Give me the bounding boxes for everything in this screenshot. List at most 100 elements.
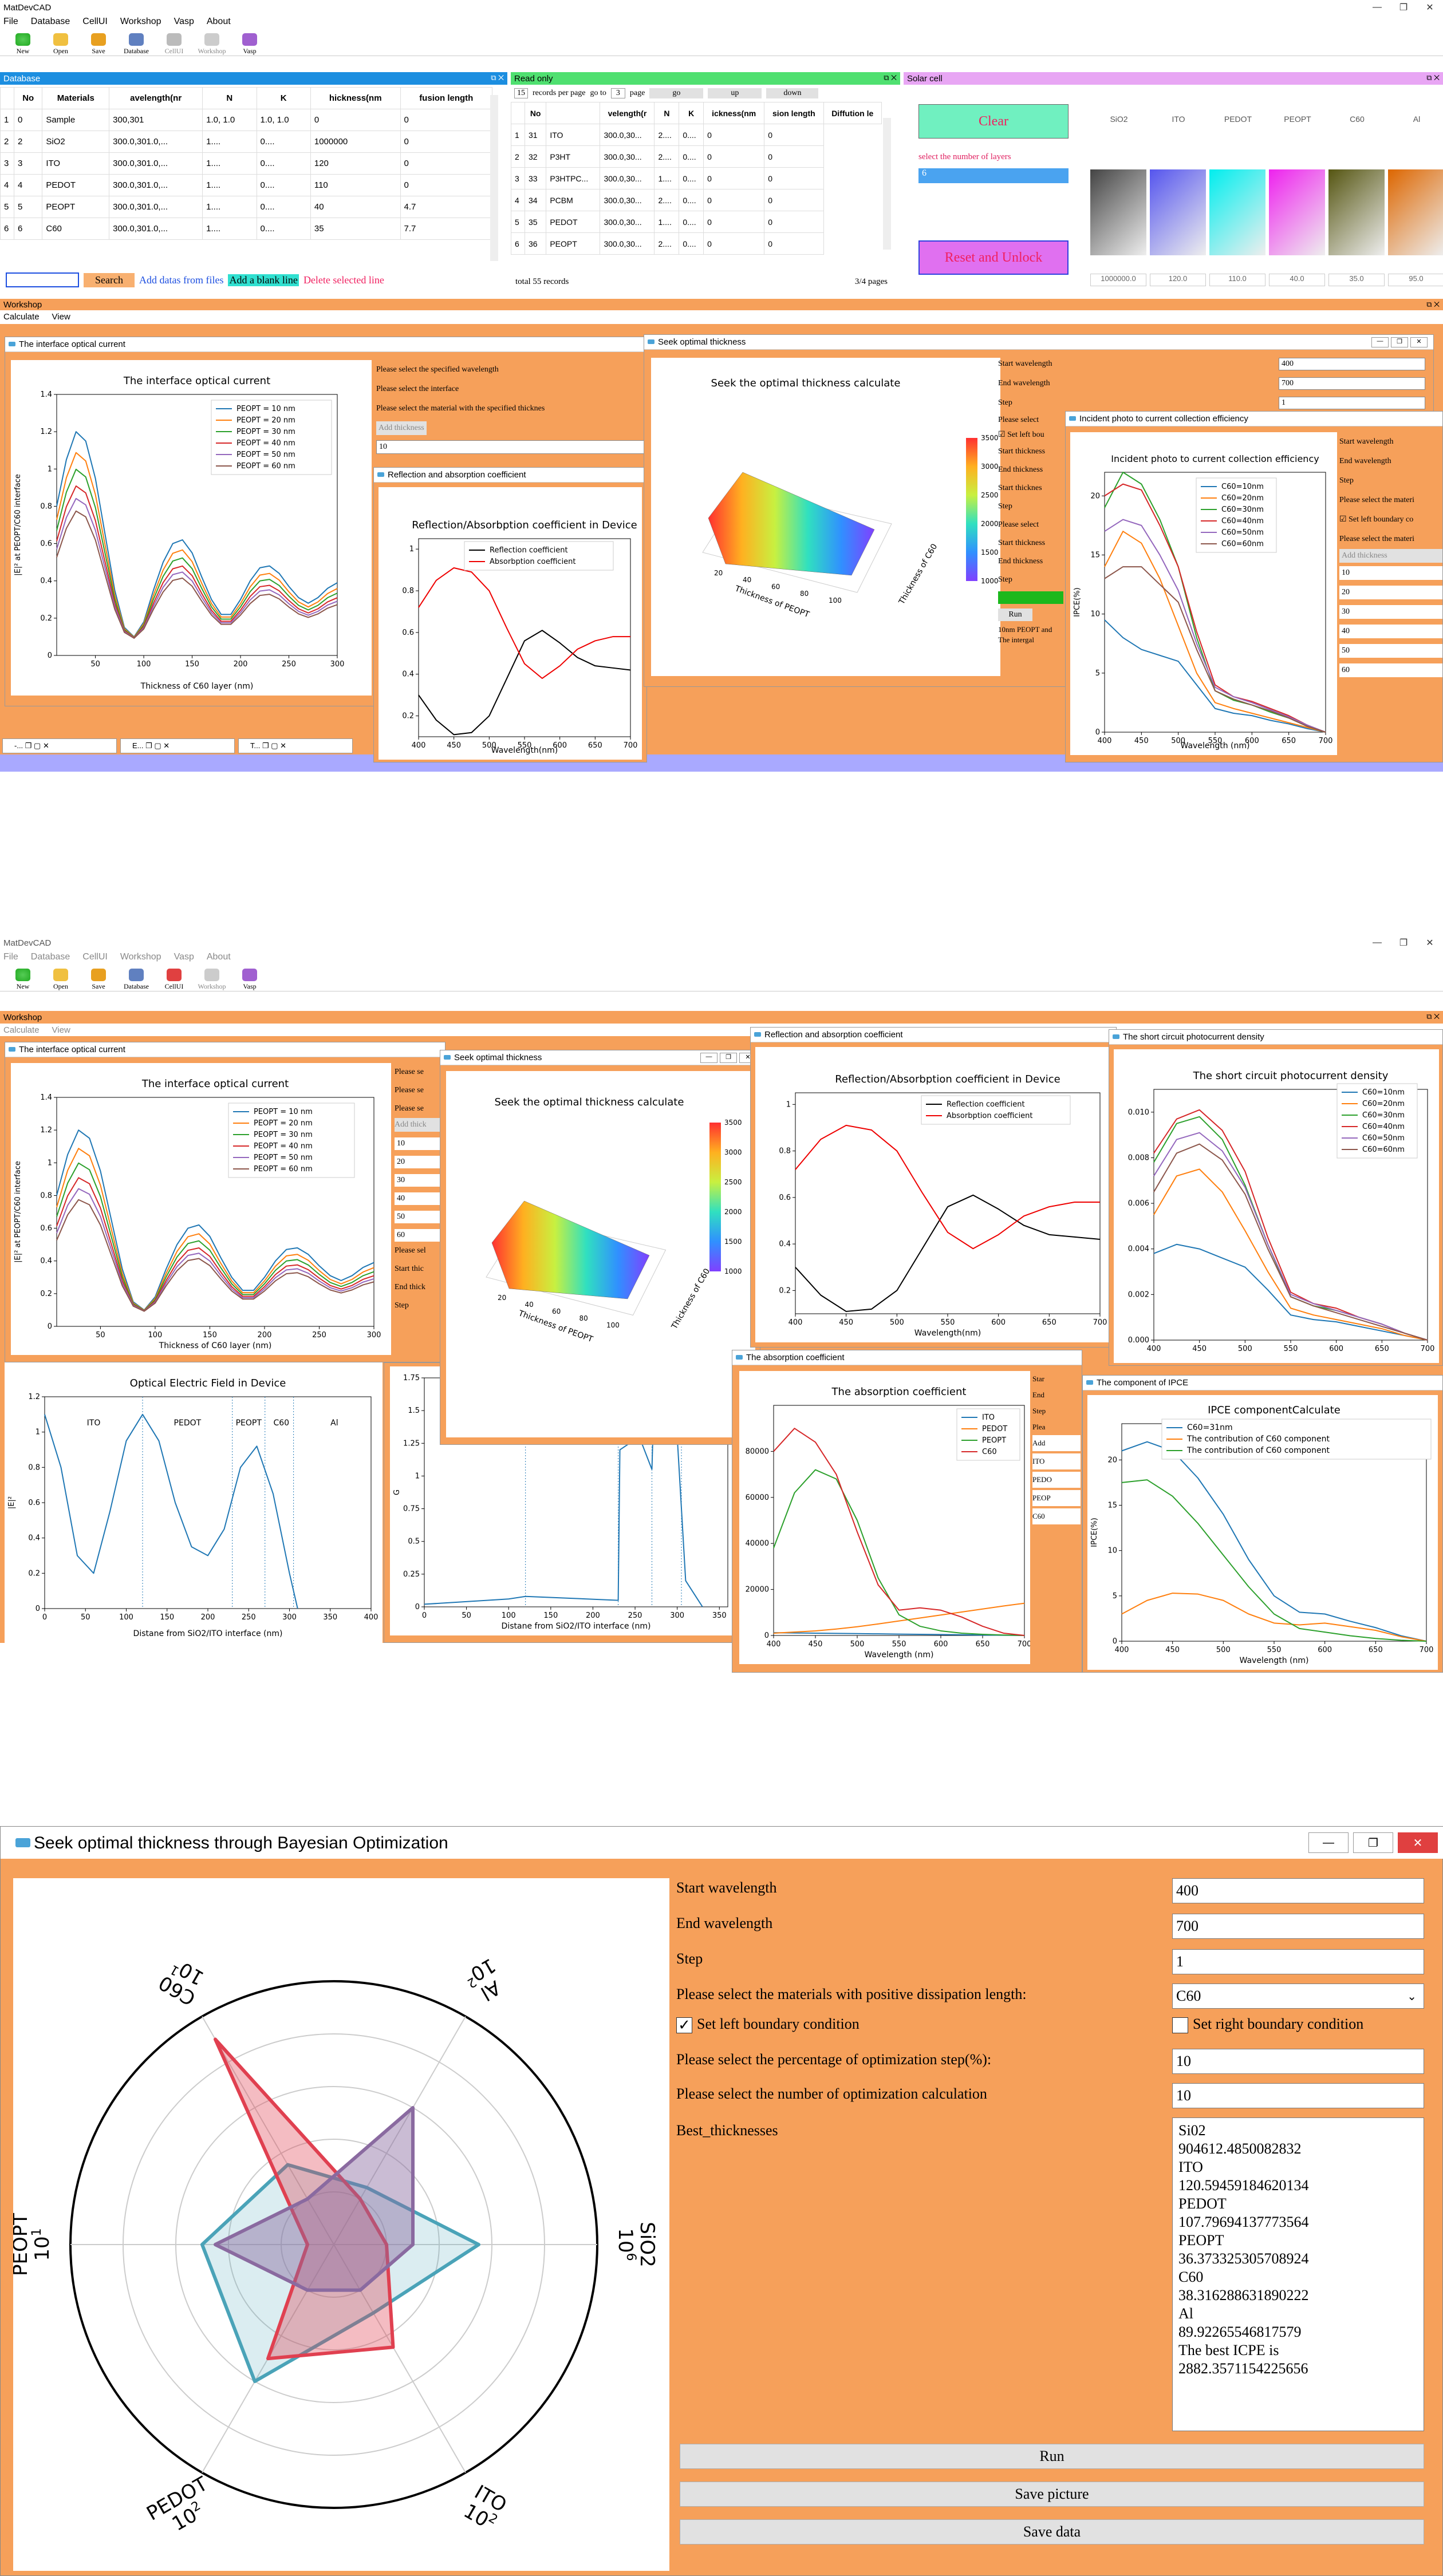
step-input[interactable]: 1: [1279, 397, 1425, 409]
table-cell[interactable]: 300,301: [109, 109, 203, 131]
vasp-button[interactable]: Vasp: [235, 33, 265, 56]
read-only-scrollbar[interactable]: [883, 118, 891, 250]
maximize-icon[interactable]: ❐: [720, 1053, 737, 1063]
table-cell[interactable]: 6: [13, 218, 43, 240]
per-page-select[interactable]: 15: [514, 88, 528, 98]
save-button[interactable]: Save: [84, 969, 113, 991]
table-row[interactable]: 6 6 C60 300.0,301.0,... 1.... 0.... 35 7.7: [0, 218, 493, 240]
table-cell[interactable]: 2: [511, 145, 525, 168]
table-cell[interactable]: 0: [703, 211, 765, 233]
cellui-button[interactable]: CellUI: [159, 33, 189, 56]
table-cell[interactable]: 0....: [256, 218, 311, 240]
window-reflection-absorption[interactable]: Reflection and absorption coefficient Re…: [750, 1027, 1117, 1348]
table-cell[interactable]: 300.0,30...: [600, 211, 655, 233]
add-datas-button[interactable]: Add datas from files: [139, 274, 223, 286]
table-cell[interactable]: 0....: [679, 167, 704, 189]
dock-close-icon[interactable]: ⧉ ✕: [1426, 73, 1440, 82]
table-cell[interactable]: PEOPT: [546, 232, 601, 255]
percentage-input[interactable]: 10: [1172, 2049, 1424, 2074]
table-cell[interactable]: 6: [0, 218, 14, 240]
menu-workshop[interactable]: Workshop: [120, 952, 161, 962]
table-cell[interactable]: 2....: [654, 189, 680, 211]
database-button[interactable]: Database: [121, 33, 151, 56]
table-cell[interactable]: 1: [0, 109, 14, 131]
layer-swatch[interactable]: [1209, 169, 1265, 255]
table-cell[interactable]: 1000000: [310, 131, 401, 153]
table-cell[interactable]: SiO2: [42, 131, 110, 153]
table-cell[interactable]: 0: [703, 145, 765, 168]
table-cell[interactable]: 1....: [202, 218, 257, 240]
column-header[interactable]: K: [256, 87, 311, 109]
menu-database[interactable]: Database: [31, 952, 70, 962]
close-icon[interactable]: ✕: [1398, 1832, 1438, 1853]
table-cell[interactable]: 0: [400, 174, 493, 196]
run-button[interactable]: Run: [998, 609, 1032, 621]
end-wavelength-input[interactable]: 700: [1172, 1914, 1424, 1939]
menu-workshop[interactable]: Workshop: [120, 17, 161, 27]
table-cell[interactable]: PEDOT: [546, 211, 601, 233]
add-thickness-button[interactable]: Add thick: [395, 1118, 446, 1132]
layer-swatch[interactable]: [1090, 169, 1146, 255]
thickness-input[interactable]: 40: [1339, 625, 1442, 638]
table-row[interactable]: 5 35 PEDOT 300.0,30... 1.... 0.... 0 0: [511, 211, 882, 233]
thickness-input[interactable]: 50: [1339, 644, 1442, 658]
column-header[interactable]: avelength(nr: [109, 87, 203, 109]
table-cell[interactable]: 300.0,301.0,...: [109, 174, 203, 196]
table-row[interactable]: 4 4 PEDOT 300.0,301.0,... 1.... 0.... 110 0: [0, 174, 493, 196]
down-button[interactable]: down: [766, 88, 819, 98]
column-header[interactable]: Diffution le: [823, 102, 882, 124]
column-header[interactable]: ickness(nm: [703, 102, 765, 124]
open-button[interactable]: Open: [46, 33, 76, 56]
layer-thickness[interactable]: 95.0: [1388, 274, 1443, 286]
table-cell[interactable]: 0....: [679, 145, 704, 168]
table-cell[interactable]: P3HTPC...: [546, 167, 601, 189]
table-cell[interactable]: 5: [511, 211, 525, 233]
table-cell[interactable]: 300.0,301.0,...: [109, 152, 203, 175]
add-thickness-button[interactable]: Add thickness: [376, 421, 427, 435]
layer-thickness[interactable]: 110.0: [1209, 274, 1265, 286]
table-cell[interactable]: 1....: [202, 174, 257, 196]
table-cell[interactable]: 300.0,30...: [600, 145, 655, 168]
vasp-button[interactable]: Vasp: [235, 969, 265, 991]
new-button[interactable]: New: [8, 969, 38, 991]
start-wavelength-input[interactable]: 400: [1279, 358, 1425, 370]
workshop-button[interactable]: Workshop: [197, 969, 227, 991]
column-header[interactable]: hickness(nm: [310, 87, 401, 109]
thickness-input[interactable]: 60: [1339, 663, 1442, 677]
window-ipce[interactable]: Incident photo to current collection eff…: [1065, 411, 1443, 762]
new-button[interactable]: New: [8, 33, 38, 56]
menu-about[interactable]: About: [207, 17, 231, 27]
table-cell[interactable]: 3: [0, 152, 14, 175]
layer-thickness[interactable]: 40.0: [1269, 274, 1325, 286]
table-cell[interactable]: 1....: [202, 152, 257, 175]
table-cell[interactable]: 300.0,301.0,...: [109, 131, 203, 153]
window-seek-optimal-thickness[interactable]: Seek optimal thickness — ❐ ✕ Seek the opti…: [440, 1050, 760, 1445]
table-cell[interactable]: 35: [310, 218, 401, 240]
column-header[interactable]: K: [679, 102, 704, 124]
table-cell[interactable]: 4: [0, 174, 14, 196]
table-cell[interactable]: 300.0,301.0,...: [109, 218, 203, 240]
table-cell[interactable]: 0: [764, 167, 824, 189]
material-select[interactable]: C60 ⌄: [1172, 1984, 1424, 2009]
maximize-icon[interactable]: ❐: [1390, 935, 1417, 950]
table-row[interactable]: 4 34 PCBM 300.0,30... 2.... 0.... 0 0: [511, 189, 882, 211]
window-interface-optical-current[interactable]: The interface optical current The interf…: [5, 1042, 446, 1362]
table-cell[interactable]: 0: [764, 232, 824, 255]
menu-vasp[interactable]: Vasp: [174, 17, 194, 27]
table-row[interactable]: 2 32 P3HT 300.0,30... 2.... 0.... 0 0: [511, 145, 882, 168]
table-cell[interactable]: 0....: [256, 131, 311, 153]
page-input[interactable]: 3: [610, 88, 625, 98]
save-data-button[interactable]: Save data: [680, 2519, 1424, 2545]
table-cell[interactable]: 2: [0, 131, 14, 153]
table-cell[interactable]: 0: [400, 109, 493, 131]
menu-cellui[interactable]: CellUI: [82, 17, 108, 27]
column-header[interactable]: No: [524, 102, 547, 124]
minimized-window[interactable]: T... ❐ ▢ ✕: [238, 738, 353, 753]
table-cell[interactable]: 0: [13, 109, 43, 131]
up-button[interactable]: up: [708, 88, 762, 98]
column-header[interactable]: N: [654, 102, 680, 124]
table-cell[interactable]: 0: [764, 124, 824, 146]
minimize-icon[interactable]: —: [700, 1053, 717, 1063]
thickness-input[interactable]: 20: [1339, 586, 1442, 599]
table-cell[interactable]: 34: [524, 189, 547, 211]
